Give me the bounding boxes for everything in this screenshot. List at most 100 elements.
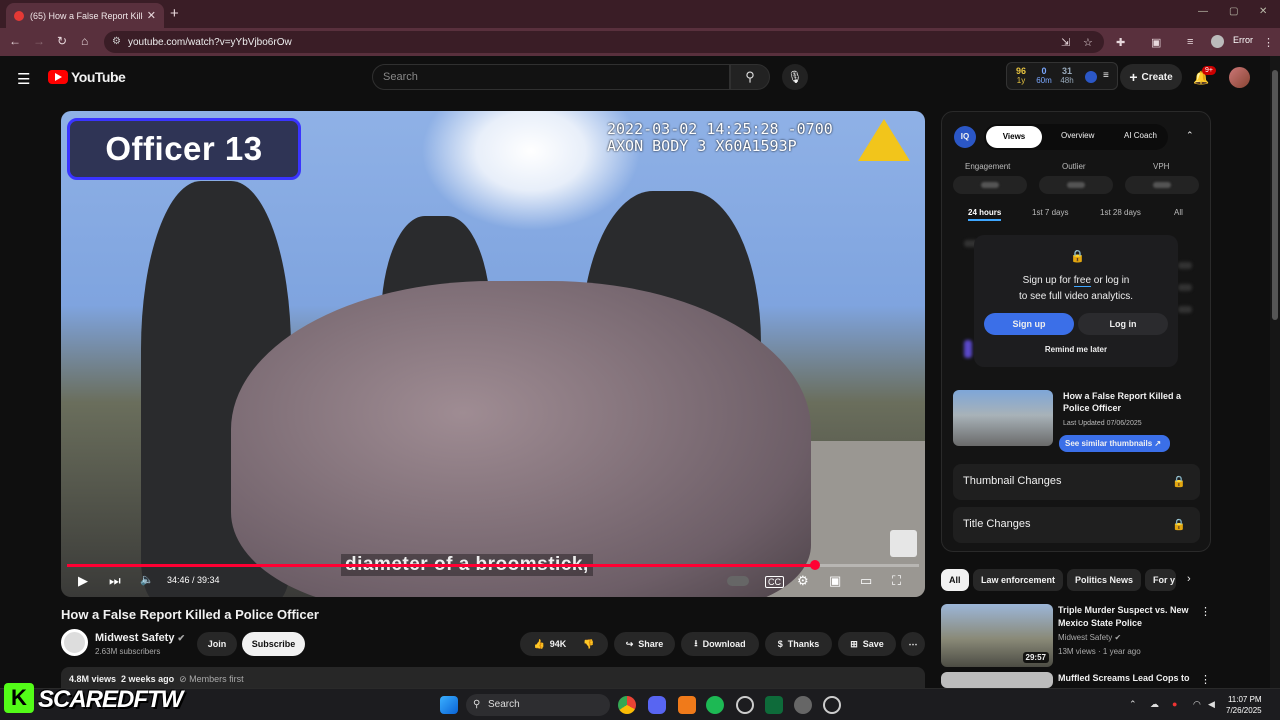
page-scrollbar[interactable]	[1270, 56, 1280, 688]
windows-start-icon[interactable]	[440, 696, 458, 714]
hamburger-menu-icon[interactable]: ☰	[17, 70, 30, 88]
period-all[interactable]: All	[1174, 208, 1183, 217]
volume-icon[interactable]: 🔈	[140, 573, 154, 586]
maximize-icon[interactable]: ▢	[1229, 6, 1238, 17]
rec-thumbnail[interactable]	[941, 672, 1053, 688]
tray-chevron-icon[interactable]: ⌃	[1129, 699, 1137, 710]
autoplay-toggle[interactable]	[727, 576, 749, 586]
rec-thumbnail[interactable]: 29:57	[941, 604, 1053, 667]
signup-button[interactable]: Sign up	[984, 313, 1074, 335]
install-icon[interactable]: ⇲	[1061, 36, 1070, 49]
home-icon[interactable]: ⌂	[81, 34, 88, 48]
reload-icon[interactable]: ↻	[57, 34, 67, 48]
search-input[interactable]: Search	[372, 64, 730, 90]
like-icon[interactable]: 👍	[534, 639, 545, 650]
side-panel-icon[interactable]: ▣	[1151, 36, 1161, 49]
theater-mode-icon[interactable]: ▭	[860, 573, 872, 589]
period-first-7-days[interactable]: 1st 7 days	[1032, 208, 1068, 217]
cloud-icon[interactable]: ☁	[1150, 699, 1159, 710]
like-count[interactable]: 94K	[550, 639, 567, 649]
site-info-icon[interactable]: ⚙	[112, 36, 121, 47]
list-icon[interactable]: ≡	[1103, 70, 1109, 81]
download-button[interactable]: ⭳ Download	[681, 632, 759, 656]
spotify-icon[interactable]	[706, 696, 724, 714]
title-changes-row[interactable]: Title Changes 🔒	[953, 507, 1200, 543]
login-button[interactable]: Log in	[1078, 313, 1168, 335]
tab-views[interactable]: Views	[986, 126, 1042, 148]
mic-tray-icon[interactable]: ●	[1172, 699, 1177, 709]
account-avatar[interactable]	[1229, 67, 1250, 88]
stats-extension-widget[interactable]: 96 1y 0 60m 31 48h ≡	[1006, 62, 1118, 90]
remind-later-link[interactable]: Remind me later	[974, 345, 1178, 354]
app-icon[interactable]	[794, 696, 812, 714]
chip-for-you[interactable]: For y	[1145, 569, 1176, 591]
chrome-icon[interactable]	[618, 696, 636, 714]
rec-menu-icon[interactable]: ⋮	[1200, 605, 1211, 618]
chip-all[interactable]: All	[941, 569, 969, 591]
more-actions-button[interactable]: ⋯	[901, 632, 925, 656]
profile-avatar[interactable]	[1211, 35, 1224, 48]
back-icon[interactable]: ←	[9, 34, 21, 48]
miniplayer-icon[interactable]: ▣	[829, 573, 841, 589]
thanks-button[interactable]: $ Thanks	[765, 632, 832, 656]
chip-politics-news[interactable]: Politics News	[1067, 569, 1142, 591]
extensions-icon[interactable]: ✚	[1116, 36, 1125, 49]
media-icon[interactable]: ≡	[1187, 36, 1193, 48]
channel-watermark[interactable]	[890, 530, 917, 557]
rec-menu-icon[interactable]: ⋮	[1200, 673, 1211, 686]
steam-icon[interactable]	[823, 696, 841, 714]
play-icon[interactable]: ▶	[78, 573, 88, 589]
voice-search-button[interactable]: 🎙	[782, 64, 808, 90]
share-button[interactable]: ↪ Share	[614, 632, 675, 656]
channel-avatar[interactable]	[61, 629, 88, 656]
tab-ai-coach[interactable]: AI Coach	[1124, 131, 1157, 140]
tab-overview[interactable]: Overview	[1061, 131, 1094, 140]
subtitles-cc-icon[interactable]: CC	[765, 576, 784, 588]
new-tab-icon[interactable]: +	[170, 5, 179, 22]
wifi-icon[interactable]: ◠	[1193, 699, 1201, 710]
collapse-chevron-icon[interactable]: ⌃	[1186, 130, 1194, 141]
close-window-icon[interactable]: ✕	[1259, 6, 1267, 17]
fullscreen-icon[interactable]: ⛶	[892, 573, 901, 589]
speaker-icon[interactable]: ◀	[1208, 699, 1215, 710]
excel-icon[interactable]	[765, 696, 783, 714]
app-icon[interactable]	[736, 696, 754, 714]
close-tab-icon[interactable]: ✕	[147, 9, 156, 22]
rec-channel[interactable]: Midwest Safety ✔	[1058, 633, 1121, 642]
scrubber-handle[interactable]	[810, 560, 821, 570]
rec-title[interactable]: Triple Murder Suspect vs. New Mexico Sta…	[1058, 604, 1194, 630]
period-24-hours[interactable]: 24 hours	[968, 208, 1002, 221]
period-first-28-days[interactable]: 1st 28 days	[1100, 208, 1141, 217]
chip-law-enforcement[interactable]: Law enforcement	[973, 569, 1064, 591]
save-button[interactable]: ⊞ Save	[838, 632, 896, 656]
rec-title[interactable]: Muffled Screams Lead Cops to	[1058, 672, 1194, 688]
search-button[interactable]: ⚲	[730, 64, 770, 90]
thumbnail-changes-row[interactable]: Thumbnail Changes 🔒	[953, 464, 1200, 500]
gate-text-line-1: Sign up for free or log in	[1022, 275, 1130, 287]
video-player[interactable]: Officer 13 2022-03-02 14:25:28 -0700 AXO…	[61, 111, 925, 597]
subscribe-button[interactable]: Subscribe	[242, 632, 305, 656]
minimize-icon[interactable]: —	[1198, 6, 1208, 17]
settings-gear-icon[interactable]: ⚙	[797, 573, 809, 589]
iq-extension-icon[interactable]	[1085, 71, 1097, 83]
scrollbar-thumb[interactable]	[1272, 70, 1278, 320]
dislike-icon[interactable]: 👎	[583, 639, 594, 650]
address-bar[interactable]: ⚙ youtube.com/watch?v=yYbVjbo6rOw	[104, 31, 1104, 53]
discord-icon[interactable]	[648, 696, 666, 714]
error-label[interactable]: Error	[1233, 35, 1253, 45]
taskbar-search[interactable]: ⚲ Search	[466, 694, 610, 716]
similar-thumbnails-button[interactable]: See similar thumbnails ↗	[1059, 435, 1170, 452]
app-icon[interactable]	[678, 696, 696, 714]
bookmark-star-icon[interactable]: ☆	[1083, 36, 1093, 49]
channel-name[interactable]: Midwest Safety ✔	[95, 632, 185, 644]
next-icon[interactable]: ⏭	[109, 573, 121, 589]
browser-tab[interactable]: (65) How a False Report Killed a ✕	[6, 3, 164, 28]
youtube-logo[interactable]: YouTube	[48, 69, 126, 85]
join-button[interactable]: Join	[197, 632, 237, 656]
chevron-right-icon[interactable]: ›	[1187, 573, 1191, 585]
taskbar-clock[interactable]: 11:07 PM 7/26/2025	[1226, 694, 1262, 716]
create-button[interactable]: + Create	[1120, 64, 1182, 90]
menu-icon[interactable]: ⋮	[1263, 36, 1274, 49]
forward-icon[interactable]: →	[33, 34, 45, 48]
progress-bar[interactable]	[67, 560, 919, 570]
